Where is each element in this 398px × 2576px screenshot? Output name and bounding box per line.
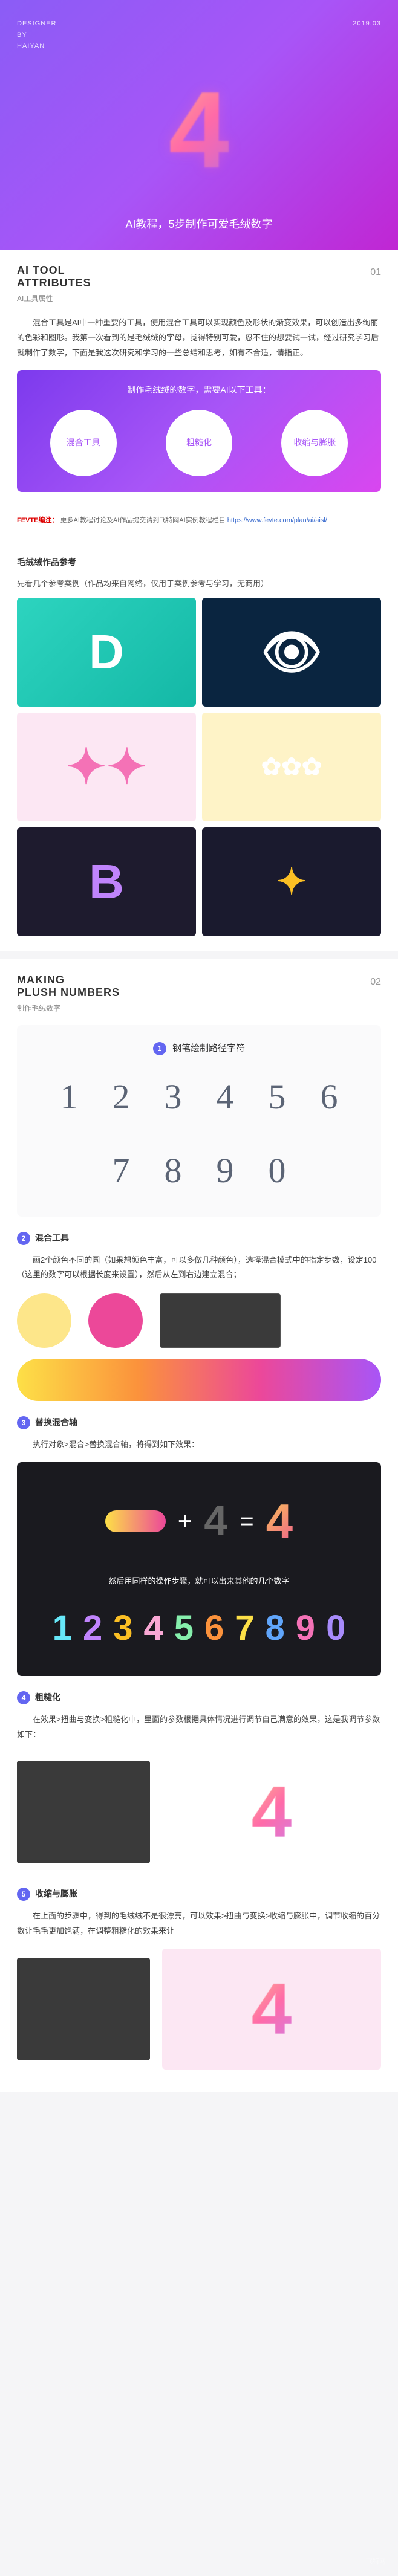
step3-result-card: + 4 = 4 然后用同样的操作步骤，就可以出来其他的几个数字 12345 67… [17, 1462, 381, 1677]
step-badge-1: 1 [153, 1042, 166, 1055]
notice-link[interactable]: https://www.fevte.com/plan/ai/aisl/ [227, 517, 327, 524]
ref-image-4: ✿✿✿ [202, 713, 381, 821]
step3-note: 然后用同样的操作步骤，就可以出来其他的几个数字 [35, 1574, 363, 1588]
tool-circle-roughen: 粗糙化 [166, 410, 232, 476]
step-badge-4: 4 [17, 1691, 30, 1704]
references-desc: 先看几个参考案例（作品均来自网络，仅用于案例参考与学习，无商用） [17, 577, 381, 591]
editor-notice: FEVTE编注： 更多AI教程讨论及AI作品提交请到飞特网AI实例教程栏目 ht… [0, 506, 398, 535]
section-cn-title: AI工具属性 [17, 293, 381, 305]
gradient-bar [17, 1359, 381, 1401]
ref-image-6: ✦ [202, 827, 381, 936]
step1-card: 1 钢笔绘制路径字符 12345 67890 [17, 1025, 381, 1217]
step3-para: 执行对象>混合>替换混合轴，将得到如下效果： [17, 1437, 381, 1452]
step-badge-3: 3 [17, 1416, 30, 1429]
intro-paragraph: 混合工具是AI中一种重要的工具，使用混合工具可以实现颜色及形状的渐变效果，可以创… [17, 316, 381, 360]
hero-illustration: 4 [17, 52, 381, 209]
number-outlines: 12345 67890 [35, 1067, 363, 1201]
step5-title: 收缩与膨胀 [35, 1887, 77, 1901]
step-badge-2: 2 [17, 1232, 30, 1245]
step2-title: 混合工具 [35, 1231, 69, 1246]
section-number: 01 [370, 264, 381, 280]
plus-icon: + [178, 1501, 192, 1542]
notice-label: FEVTE编注： [17, 517, 58, 524]
equation-pill [105, 1510, 166, 1532]
fuzzy-numbers-grid: 12345 67890 [35, 1599, 363, 1659]
ref-image-5: B [17, 827, 196, 936]
step1-title: 钢笔绘制路径字符 [172, 1041, 245, 1057]
roughen-result: 4 [162, 1752, 381, 1872]
swatch-yellow [17, 1293, 71, 1348]
pucker-panel [17, 1958, 150, 2060]
pucker-result: 4 [162, 1949, 381, 2070]
watermark: 飞特网 [366, 2556, 386, 2568]
section2-cn: 制作毛绒数字 [17, 1002, 381, 1014]
section2-en-2: PLUSH NUMBERS [17, 986, 120, 1000]
section2-number: 02 [370, 974, 381, 990]
ref-image-2: 👁 [202, 598, 381, 707]
ref-image-3: ✦✦ [17, 713, 196, 821]
step4-para: 在效果>扭曲与变换>粗糙化中，里面的参数根据具体情况进行调节自己满意的效果，这是… [17, 1712, 381, 1742]
swatch-pink [88, 1293, 143, 1348]
section-en-title-1: AI TOOL [17, 264, 91, 277]
roughen-panel [17, 1761, 150, 1863]
tool-circle-pucker: 收缩与膨胀 [281, 410, 348, 476]
section-02: MAKING PLUSH NUMBERS 02 制作毛绒数字 1 钢笔绘制路径字符… [0, 959, 398, 2092]
step-badge-5: 5 [17, 1888, 30, 1901]
section-en-title-2: ATTRIBUTES [17, 277, 91, 290]
equation-outline-4: 4 [204, 1485, 227, 1557]
tools-card-title: 制作毛绒绒的数字，需要AI以下工具： [29, 383, 369, 398]
equals-icon: = [240, 1501, 253, 1542]
references-title: 毛绒绒作品参考 [17, 555, 381, 570]
step4-title: 粗糙化 [35, 1691, 60, 1705]
tool-circle-blend: 混合工具 [50, 410, 117, 476]
notice-text: 更多AI教程讨论及AI作品提交请到飞特网AI实例教程栏目 [60, 517, 226, 524]
references-section: 毛绒绒作品参考 先看几个参考案例（作品均来自网络，仅用于案例参考与学习，无商用）… [0, 535, 398, 951]
section2-en-1: MAKING [17, 974, 120, 987]
ref-image-1: D [17, 598, 196, 707]
step2-para: 画2个颜色不同的圆（如果想颜色丰富，可以多做几种颜色），选择混合模式中的指定步数… [17, 1253, 381, 1283]
step5-para: 在上面的步骤中，得到的毛绒绒不是很漂亮，可以效果>扭曲与变换>收缩与膨胀中，调节… [17, 1909, 381, 1938]
blend-options-panel [160, 1293, 281, 1348]
section-01: AI TOOL ATTRIBUTES 01 AI工具属性 混合工具是AI中一种重… [0, 250, 398, 506]
tools-card: 制作毛绒绒的数字，需要AI以下工具： 混合工具 粗糙化 收缩与膨胀 飞特网 [17, 370, 381, 492]
designer-credit: DESIGNER BY HAIYAN [17, 18, 56, 52]
step3-title: 替换混合轴 [35, 1416, 77, 1430]
hero-banner: DESIGNER BY HAIYAN 2019.03 4 AI教程，5步制作可爱… [0, 0, 398, 250]
equation-result-4: 4 [266, 1480, 293, 1562]
date-label: 2019.03 [353, 18, 381, 52]
